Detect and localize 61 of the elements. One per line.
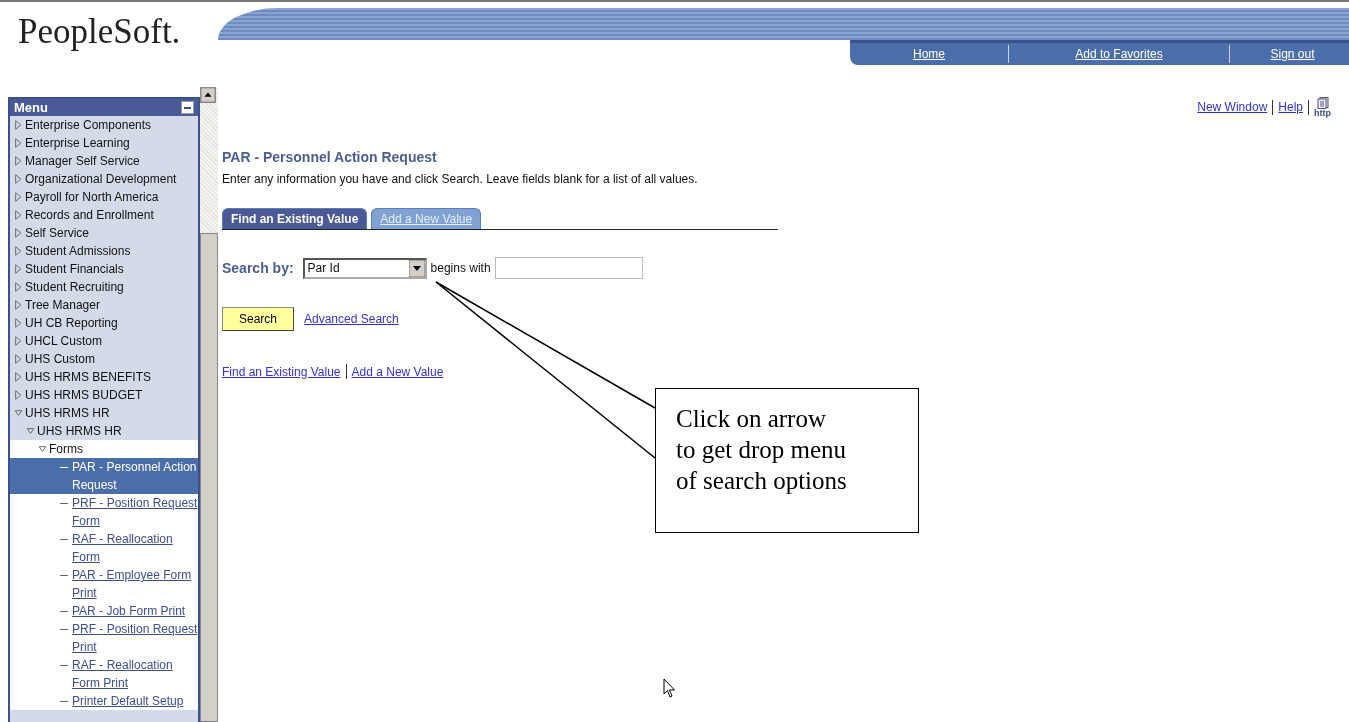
menu-folder[interactable]: Tree Manager (25, 296, 100, 314)
menu-folder[interactable]: UHS HRMS BENEFITS (25, 368, 151, 386)
menu-folder[interactable]: UHS HRMS BUDGET (25, 386, 143, 404)
dropdown-arrow-icon[interactable] (408, 259, 425, 277)
dash-icon (60, 503, 68, 504)
menu-link[interactable]: Printer Default Setup (72, 692, 198, 710)
menu-folder[interactable]: Organizational Development (25, 170, 177, 188)
operator-label: begins with (430, 261, 491, 275)
nav-link[interactable]: Home (850, 43, 1008, 65)
menu-folder[interactable]: Enterprise Components (25, 116, 152, 134)
menu-folder[interactable]: Payroll for North America (25, 188, 159, 206)
menu-folder[interactable]: Student Admissions (25, 242, 131, 260)
menu-link[interactable]: RAF - Reallocation Form (72, 530, 198, 566)
dash-icon (60, 629, 68, 630)
bottom-link[interactable]: Add a New Value (351, 364, 444, 379)
callout-text: to get drop menu (676, 435, 848, 465)
bottom-link[interactable]: Find an Existing Value (222, 364, 341, 379)
menu-link[interactable]: PAR - Personnel Action Request (72, 458, 198, 494)
logo-text: PeopleSoft. (18, 12, 181, 51)
callout-text: of search options (676, 466, 848, 496)
dash-icon (60, 665, 68, 666)
menu-folder[interactable]: Student Financials (25, 260, 124, 278)
menu-link[interactable]: PAR - Job Form Print (72, 602, 198, 620)
menu-link[interactable]: RAF - Reallocation Form Print (72, 656, 198, 692)
menu-folder[interactable]: Self Service (25, 224, 90, 242)
dash-icon (60, 575, 68, 576)
top-link[interactable]: New Window (1197, 100, 1268, 114)
menu-folder[interactable]: UHS HRMS HR (25, 404, 110, 422)
menu-folder[interactable]: UH CB Reporting (25, 314, 118, 332)
scroll-up-button[interactable] (200, 87, 216, 103)
nav-link[interactable]: Add to Favorites (1009, 43, 1229, 65)
menu-folder[interactable]: Records and Enrollment (25, 206, 154, 224)
menu-link[interactable]: PAR - Employee Form Print (72, 566, 198, 602)
collapse-icon[interactable] (181, 101, 194, 114)
dash-icon (60, 539, 68, 540)
search-by-dropdown[interactable]: Par Id (302, 257, 427, 279)
tab[interactable]: Find an Existing Value (222, 208, 368, 229)
menu-folder[interactable]: UHS HRMS HR (37, 422, 122, 440)
menu-folder[interactable]: Forms (49, 440, 83, 458)
menu-link[interactable]: PRF - Position Request Form (72, 494, 198, 530)
scrollbar-thumb[interactable] (200, 233, 218, 722)
search-button[interactable]: Search (222, 307, 294, 331)
menu-folder[interactable]: UHS Custom (25, 350, 95, 368)
search-by-label: Search by: (222, 260, 294, 276)
instructions-text: Enter any information you have and click Search. Leave fields blank for a list of all values. (222, 172, 699, 186)
advanced-search-link[interactable]: Advanced Search (304, 312, 399, 326)
menu-folder[interactable]: Manager Self Service (25, 152, 140, 170)
dash-icon (60, 701, 68, 702)
menu-folder[interactable]: UHCL Custom (25, 332, 102, 350)
nav-link[interactable]: Sign out (1230, 43, 1349, 65)
top-link[interactable]: Help (1278, 100, 1303, 114)
dash-icon (60, 467, 68, 468)
menu-folder[interactable]: Enterprise Learning (25, 134, 130, 152)
mouse-cursor-icon (663, 678, 676, 699)
page-title: PAR - Personnel Action Request (222, 149, 438, 165)
menu-link[interactable]: PRF - Position Request Print (72, 620, 198, 656)
menu-folder[interactable]: Student Recruiting (25, 278, 124, 296)
search-value-field[interactable] (494, 257, 643, 279)
menu-title: Menu (14, 100, 48, 115)
callout-text: Click on arrow (676, 404, 827, 434)
dash-icon (60, 611, 68, 612)
